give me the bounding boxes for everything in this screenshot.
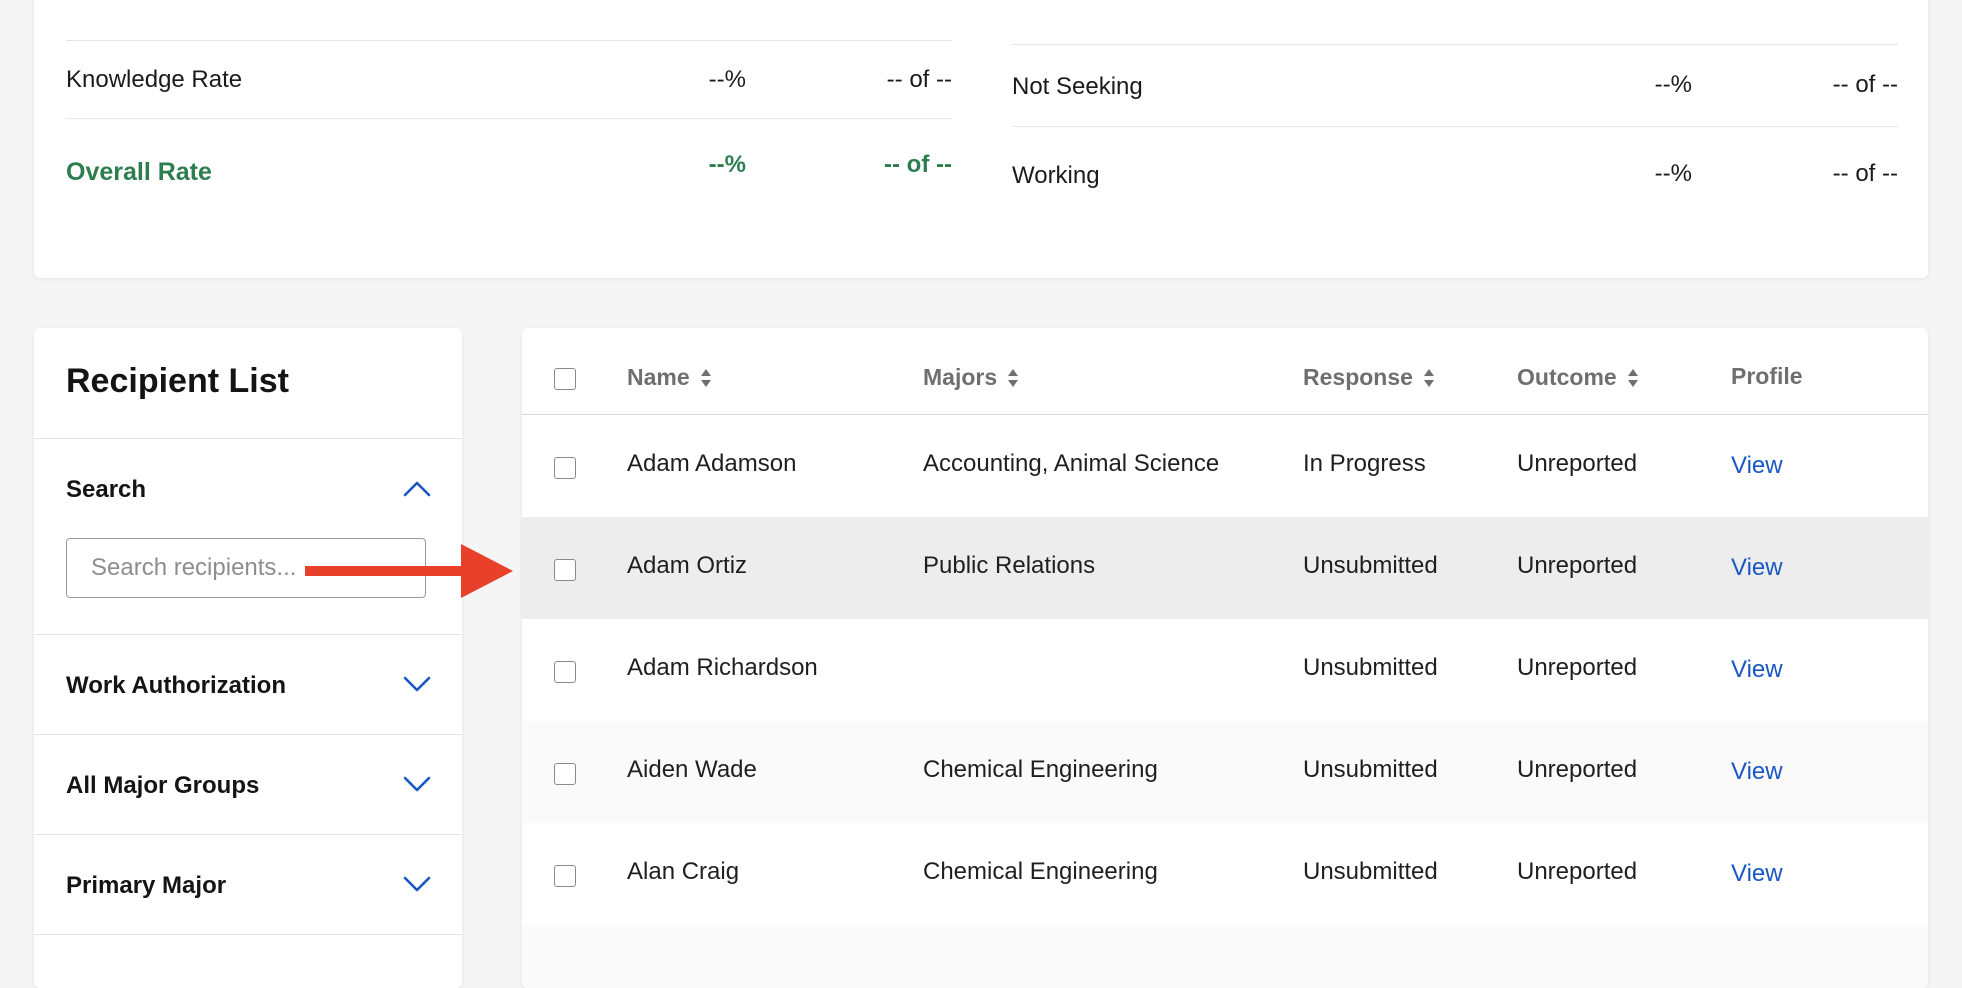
view-profile-link[interactable]: View [1731,554,1783,582]
stat-row-working: Working --% -- of -- [1012,127,1898,227]
row-checkbox[interactable] [554,559,576,581]
column-header-label: Majors [923,364,998,390]
divider [34,734,462,735]
stat-label: Overall Rate [66,158,212,186]
stat-row-partial [66,0,952,41]
table-row[interactable]: Adam Adamson Accounting, Animal Science … [522,415,1928,517]
chevron-down-icon[interactable] [402,674,432,694]
chevron-down-icon[interactable] [402,774,432,794]
divider [34,438,462,439]
table-row[interactable]: Aiden Wade Chemical Engineering Unsubmit… [522,721,1928,823]
cell-outcome: Unreported [1517,552,1638,579]
stat-row-not-seeking: Not Seeking --% -- of -- [1012,44,1898,127]
sidebar-title: Recipient List [66,362,289,400]
view-profile-link[interactable]: View [1731,656,1783,684]
cell-response: Unsubmitted [1303,552,1438,579]
chevron-up-icon[interactable] [402,478,432,498]
stat-count: -- of -- [1832,71,1898,98]
divider [34,834,462,835]
view-profile-link[interactable]: View [1731,860,1783,888]
cell-outcome: Unreported [1517,654,1638,681]
stat-percent: --% [708,66,746,93]
divider [34,934,462,935]
filter-all-major-groups[interactable]: All Major Groups [66,772,259,800]
row-checkbox[interactable] [554,661,576,683]
table-row[interactable] [522,925,1928,988]
filter-work-authorization[interactable]: Work Authorization [66,672,286,700]
cell-outcome: Unreported [1517,756,1638,783]
stat-label: Knowledge Rate [66,66,243,93]
column-header-label: Profile [1731,363,1803,389]
sort-icon [700,368,711,387]
filter-primary-major[interactable]: Primary Major [66,872,226,900]
column-header-label: Name [627,364,690,390]
cell-response: In Progress [1303,450,1426,477]
table-row[interactable]: Alan Craig Chemical Engineering Unsubmit… [522,823,1928,925]
stat-count: -- of -- [1832,160,1898,187]
cell-name: Alan Craig [627,858,740,885]
sort-icon [1627,368,1638,387]
stat-count: -- of -- [884,151,952,178]
divider [34,634,462,635]
select-all-checkbox[interactable] [554,368,576,390]
stat-percent: --% [1654,71,1692,98]
column-header-majors[interactable]: Majors [923,364,1019,391]
table-row[interactable]: Adam Richardson Unsubmitted Unreported V… [522,619,1928,721]
row-checkbox[interactable] [554,457,576,479]
stat-label: Not Seeking [1012,73,1143,100]
stat-row-knowledge-rate: Knowledge Rate --% -- of -- [66,40,952,119]
row-checkbox[interactable] [554,763,576,785]
row-checkbox[interactable] [554,865,576,887]
cell-majors: Accounting, Animal Science [923,450,1220,477]
cell-name: Adam Richardson [627,654,818,681]
stat-count: -- of -- [886,66,952,93]
stat-percent: --% [1654,160,1692,187]
stat-row-partial [1012,0,1898,45]
recipients-table: Name Majors Response Outcome Profile Ada… [522,328,1928,988]
cell-response: Unsubmitted [1303,654,1438,681]
column-header-response[interactable]: Response [1303,364,1435,391]
sort-icon [1008,368,1019,387]
stats-card: Knowledge Rate --% -- of -- Overall Rate… [34,0,1928,278]
cell-name: Aiden Wade [627,756,757,783]
cell-response: Unsubmitted [1303,756,1438,783]
column-header-label: Outcome [1517,364,1617,390]
search-section-label[interactable]: Search [66,476,146,504]
column-header-outcome[interactable]: Outcome [1517,364,1639,391]
stat-row-overall-rate: Overall Rate --% -- of -- [66,119,952,219]
view-profile-link[interactable]: View [1731,758,1783,786]
table-header: Name Majors Response Outcome Profile [522,328,1928,415]
stat-label: Working [1012,162,1100,189]
cell-outcome: Unreported [1517,858,1638,885]
chevron-down-icon[interactable] [402,874,432,894]
recipient-list-sidebar: Recipient List Search Work Authorization… [34,328,462,988]
view-profile-link[interactable]: View [1731,452,1783,480]
cell-name: Adam Ortiz [627,552,748,579]
stat-percent: --% [708,151,746,178]
table-row[interactable]: Adam Ortiz Public Relations Unsubmitted … [522,517,1928,619]
column-header-profile: Profile [1731,363,1803,390]
cell-majors: Chemical Engineering [923,858,1158,885]
column-header-label: Response [1303,364,1413,390]
cell-response: Unsubmitted [1303,858,1438,885]
cell-majors: Chemical Engineering [923,756,1158,783]
cell-majors: Public Relations [923,552,1096,579]
search-input[interactable] [66,538,426,598]
cell-outcome: Unreported [1517,450,1638,477]
sort-icon [1423,368,1434,387]
column-header-name[interactable]: Name [627,364,712,391]
cell-name: Adam Adamson [627,450,797,477]
